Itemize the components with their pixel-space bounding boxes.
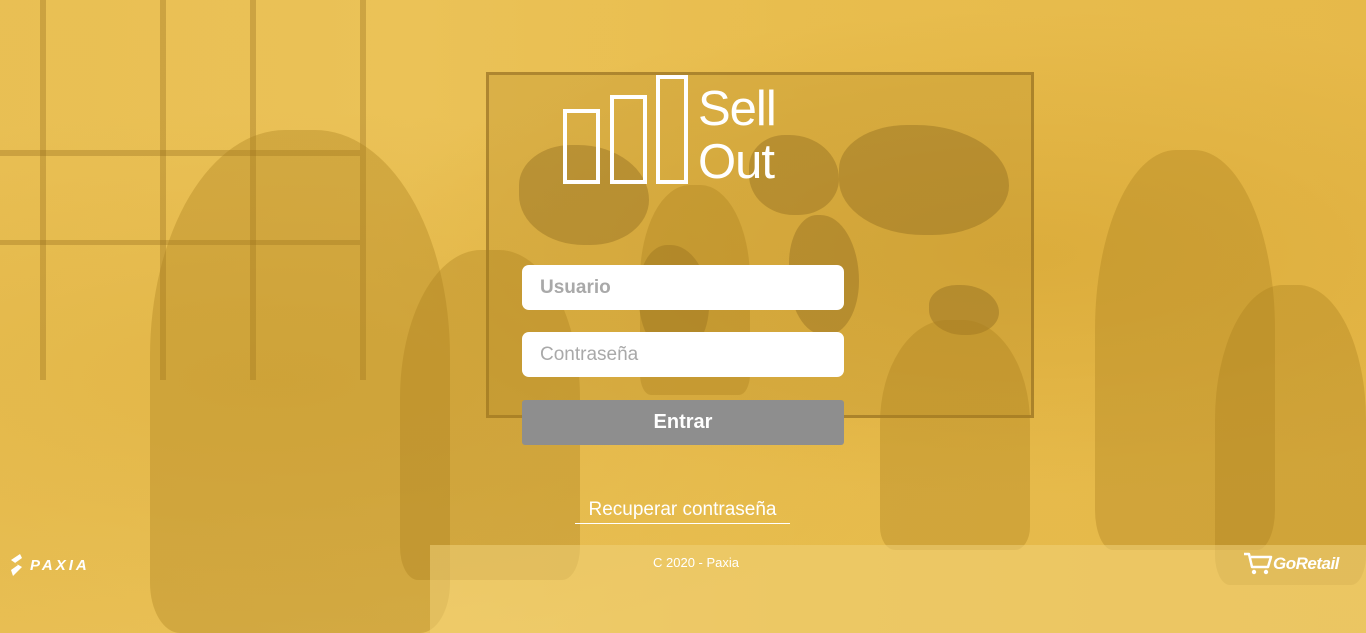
login-button[interactable]: Entrar (522, 400, 844, 445)
shopping-cart-icon (1244, 552, 1273, 575)
copyright-text: C 2020 - Paxia (653, 555, 739, 570)
goretail-brand: GoRetail (1243, 552, 1339, 576)
recover-password-link[interactable]: Recuperar contraseña (575, 499, 790, 524)
paxia-brand: PAXIA (8, 553, 90, 577)
paxia-brand-name: PAXIA (30, 556, 90, 574)
logo-text-out: Out (698, 135, 775, 189)
username-input[interactable] (522, 265, 844, 310)
goretail-brand-name: GoRetail (1273, 554, 1339, 573)
password-input[interactable] (522, 332, 844, 377)
logo-text-sell: Sell (698, 82, 777, 136)
paxia-logo-icon (11, 554, 22, 576)
